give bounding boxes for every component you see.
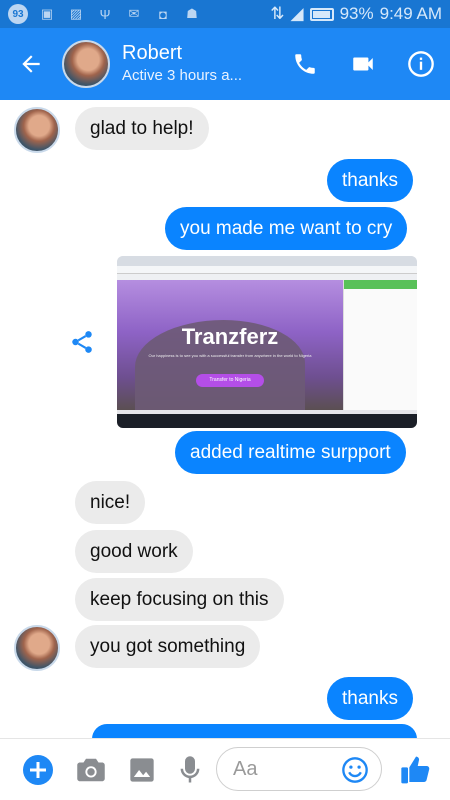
back-button[interactable] <box>0 28 62 100</box>
outgoing-message[interactable]: thanks <box>327 159 413 202</box>
browser-address-bar <box>117 266 417 274</box>
thumbs-up-icon <box>401 756 430 784</box>
emoji-icon[interactable] <box>341 756 369 784</box>
like-button[interactable] <box>398 751 434 789</box>
camera-icon <box>77 758 105 782</box>
camera-button[interactable] <box>74 753 108 787</box>
site-cta: Transfer to Nigeria <box>196 374 264 387</box>
browser-tabs <box>117 256 417 266</box>
message-composer <box>0 738 450 800</box>
lock-icon: ◘ <box>159 6 167 22</box>
voice-message-button[interactable] <box>176 753 204 787</box>
add-button[interactable] <box>22 754 54 786</box>
site-brand: Tranzferz <box>181 324 279 349</box>
signal-icon: ◢ <box>290 4 304 23</box>
arrow-left-icon <box>22 55 40 73</box>
incoming-message[interactable]: nice! <box>75 481 146 524</box>
contact-avatar[interactable] <box>62 40 110 88</box>
microphone-icon <box>180 756 200 783</box>
shopping-bag-icon: ▣ <box>40 6 54 21</box>
network-icon: ⇅ <box>270 4 285 23</box>
incoming-message[interactable]: keep focusing on this <box>75 578 284 621</box>
image-gallery-icon <box>130 758 154 782</box>
incoming-message[interactable]: good work <box>75 530 193 573</box>
clock: 9:49 AM <box>379 4 442 23</box>
info-icon <box>408 51 434 77</box>
outgoing-message[interactable]: thanks <box>327 677 413 720</box>
video-call-button[interactable] <box>334 28 392 100</box>
sender-avatar[interactable] <box>14 625 60 671</box>
image-icon: ▨ <box>69 6 83 21</box>
website-hero: Tranzferz Our happiness is to see you wi… <box>117 280 343 410</box>
sender-avatar[interactable] <box>14 107 60 153</box>
status-bar: 93 ▣ ▨ Ψ ✉ ◘ ☗ ⇅ ◢ 93% 9:49 AM <box>0 0 450 28</box>
chat-widget-header <box>344 280 417 289</box>
voice-call-button[interactable] <box>276 28 334 100</box>
desktop-taskbar <box>117 414 417 428</box>
message-input[interactable] <box>233 757 345 781</box>
info-button[interactable] <box>392 28 450 100</box>
outgoing-message[interactable]: you made me want to cry <box>165 207 408 250</box>
incoming-message[interactable]: glad to help! <box>75 107 209 150</box>
site-tagline: Our happiness is to see you with a succe… <box>148 353 312 358</box>
contact-info[interactable]: Robert Active 3 hours a... <box>122 41 276 87</box>
message-input-container <box>216 747 382 791</box>
video-camera-icon <box>353 57 373 71</box>
conversation-header: Robert Active 3 hours a... <box>0 28 450 100</box>
usb-icon: Ψ <box>99 6 111 22</box>
incoming-message[interactable]: you got something <box>75 625 261 668</box>
phone-icon <box>295 54 315 74</box>
contact-status: Active 3 hours a... <box>122 67 243 84</box>
outgoing-message[interactable]: added realtime surpport <box>175 431 406 474</box>
gallery-button[interactable] <box>125 753 159 787</box>
notification-count-badge: 93 <box>8 4 28 24</box>
mail-icon: ✉ <box>128 6 140 21</box>
battery-icon <box>309 7 334 21</box>
battery-percent: 93% <box>339 4 374 23</box>
share-icon[interactable] <box>69 329 95 355</box>
plus-circle-icon <box>23 755 53 785</box>
android-icon: ☗ <box>186 6 198 21</box>
shared-screenshot-image[interactable]: Tranzferz Our happiness is to see you wi… <box>117 256 417 428</box>
support-chat-widget <box>343 280 417 410</box>
contact-name: Robert <box>122 42 183 64</box>
